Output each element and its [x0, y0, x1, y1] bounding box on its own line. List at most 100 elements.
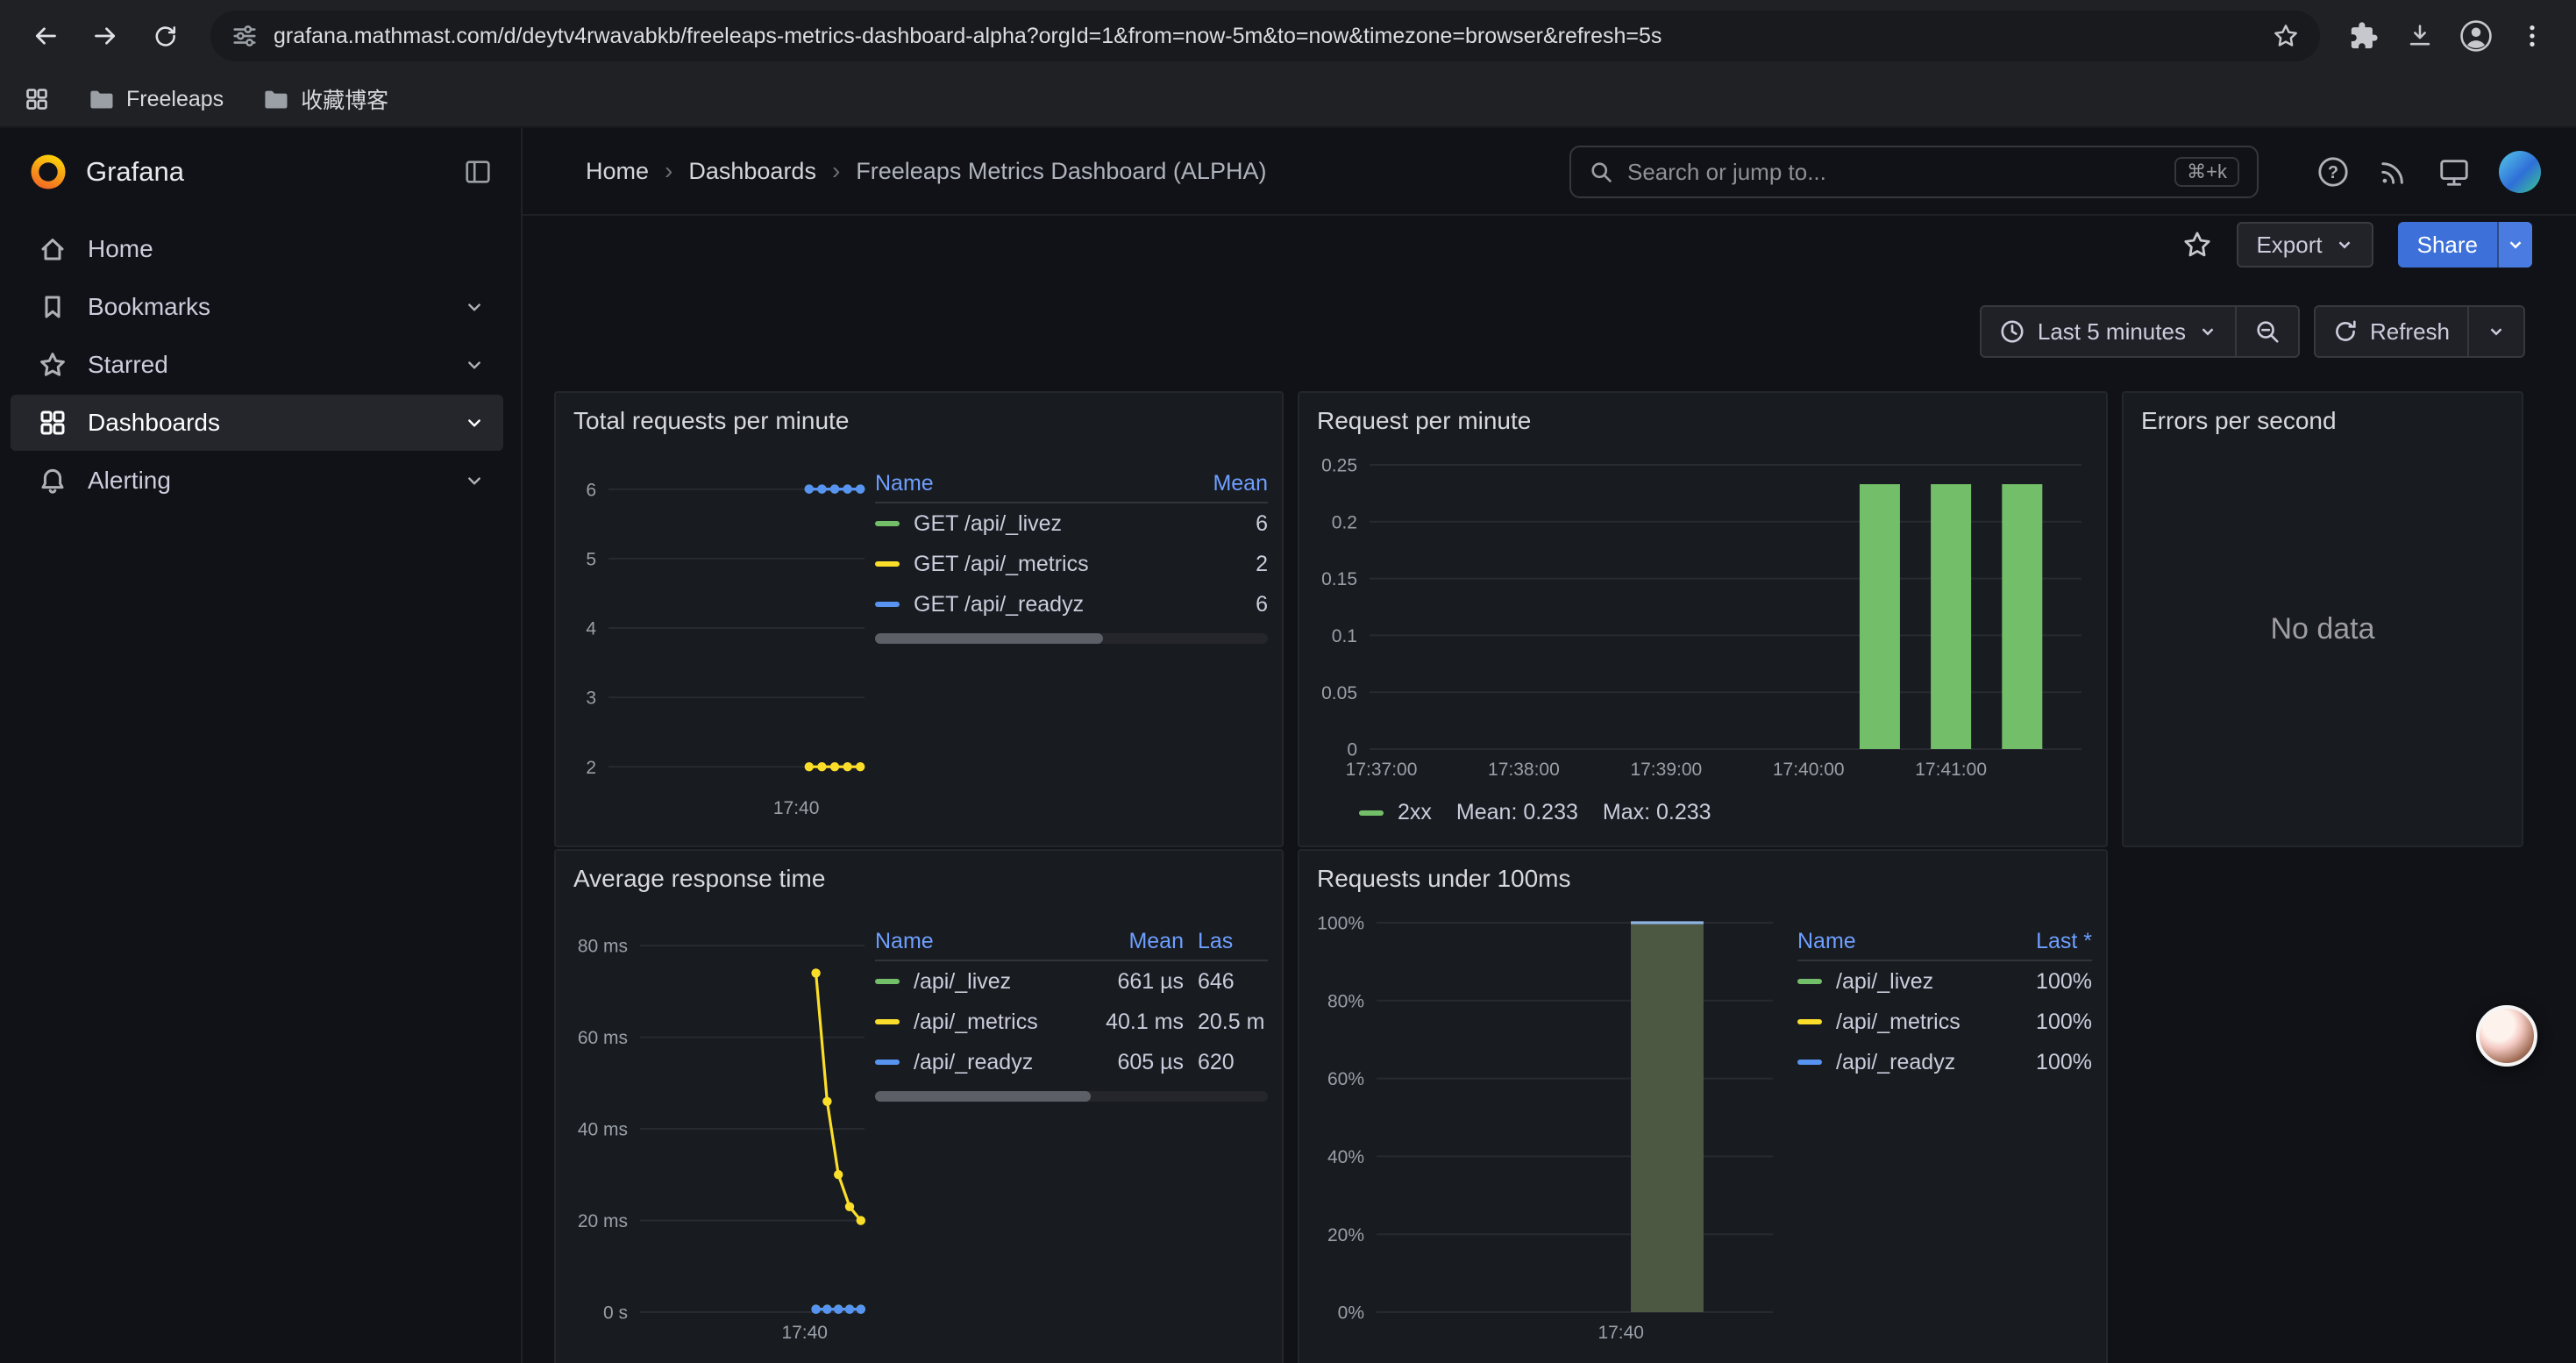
svg-text:17:40:00: 17:40:00 — [1773, 760, 1845, 780]
series-value: 6 — [1180, 592, 1268, 617]
refresh-button[interactable]: Refresh — [2316, 307, 2467, 356]
svg-text:20 ms: 20 ms — [578, 1211, 628, 1231]
sidebar-item-bookmarks[interactable]: Bookmarks — [11, 279, 503, 335]
time-range-picker[interactable]: Last 5 minutes — [1982, 307, 2235, 356]
kebab-menu-icon — [2519, 23, 2545, 49]
forward-button[interactable] — [77, 8, 133, 64]
legend-series-2xx[interactable]: 2xx — [1359, 800, 1432, 825]
chevron-down-icon — [463, 411, 486, 434]
extensions-button[interactable] — [2338, 10, 2390, 62]
apps-grid-icon[interactable] — [25, 87, 49, 111]
bookmark-folder-freeleaps[interactable]: Freeleaps — [88, 86, 224, 112]
url-bar[interactable]: grafana.mathmast.com/d/deytv4rwavabkb/fr… — [210, 11, 2320, 61]
sidebar: Grafana HomeBookmarksStarredDashboardsAl… — [0, 128, 523, 1363]
breadcrumb-dashboards[interactable]: Dashboards — [688, 158, 816, 185]
legend-row: /api/_metrics100% — [1797, 1002, 2092, 1042]
clock-icon — [1999, 318, 2025, 345]
legend-scrollbar-thumb[interactable] — [875, 633, 1103, 644]
help-icon[interactable]: ? — [2316, 155, 2350, 189]
sidebar-item-alerting[interactable]: Alerting — [11, 453, 503, 509]
breadcrumb-separator: › — [665, 157, 672, 185]
panel-title[interactable]: Request per minute — [1299, 398, 2106, 444]
series-name[interactable]: /api/_livez — [914, 969, 1011, 995]
svg-text:0.2: 0.2 — [1332, 512, 1357, 532]
svg-text:?: ? — [2328, 163, 2338, 182]
series-name[interactable]: GET /api/_livez — [914, 511, 1062, 537]
downloads-button[interactable] — [2394, 10, 2446, 62]
series-name[interactable]: /api/_livez — [1836, 969, 1933, 995]
main-area: Home › Dashboards › Freeleaps Metrics Da… — [523, 128, 2576, 1363]
panel-title[interactable]: Requests under 100ms — [1299, 856, 2106, 902]
sidebar-item-dashboards[interactable]: Dashboards — [11, 395, 503, 451]
legend-scrollbar-thumb[interactable] — [875, 1091, 1091, 1102]
legend-column-header[interactable]: Last * — [2001, 929, 2092, 954]
apps-icon — [39, 409, 67, 437]
sidebar-item-starred[interactable]: Starred — [11, 337, 503, 393]
legend-column-header[interactable]: Name — [875, 929, 1085, 954]
series-color-marker — [1797, 979, 1822, 984]
legend-header-row: NameMeanLas — [875, 923, 1268, 961]
legend-scrollbar[interactable] — [875, 1091, 1268, 1102]
series-name[interactable]: GET /api/_metrics — [914, 552, 1089, 577]
breadcrumb-home[interactable]: Home — [586, 158, 649, 185]
user-avatar[interactable] — [2499, 151, 2541, 193]
search-input[interactable] — [1627, 159, 2160, 186]
timeseries-chart: 80 ms60 ms40 ms20 ms0 s17:40 — [570, 909, 875, 1347]
arrow-right-icon — [89, 20, 121, 52]
panel-title[interactable]: Total requests per minute — [556, 398, 1282, 444]
share-button[interactable]: Share — [2398, 222, 2532, 268]
browser-toolbar: grafana.mathmast.com/d/deytv4rwavabkb/fr… — [0, 0, 2576, 72]
svg-text:80%: 80% — [1327, 991, 1364, 1011]
sidebar-item-home[interactable]: Home — [11, 221, 503, 277]
series-color-marker — [875, 979, 900, 984]
url-text[interactable]: grafana.mathmast.com/d/deytv4rwavabkb/fr… — [274, 24, 2257, 49]
export-label: Export — [2256, 232, 2322, 259]
refresh-interval-caret[interactable] — [2467, 307, 2523, 356]
collapse-sidebar-icon[interactable] — [463, 157, 493, 187]
series-value: 646 — [1184, 969, 1268, 995]
legend-column-header[interactable]: Mean — [1180, 471, 1268, 496]
series-name[interactable]: /api/_metrics — [1836, 1010, 1960, 1035]
bookmark-star-icon[interactable] — [2273, 23, 2299, 49]
series-name[interactable]: /api/_metrics — [914, 1010, 1038, 1035]
svg-text:0.1: 0.1 — [1332, 626, 1357, 646]
reload-button[interactable] — [137, 8, 193, 64]
panel-title[interactable]: Average response time — [556, 856, 1282, 902]
grafana-logo[interactable] — [28, 152, 68, 192]
share-label[interactable]: Share — [2398, 222, 2497, 268]
header-icons: ? — [2316, 128, 2541, 216]
svg-text:0.25: 0.25 — [1321, 456, 1357, 476]
favorite-star-icon[interactable] — [2182, 230, 2212, 260]
search-bar[interactable]: ⌘+k — [1569, 146, 2259, 198]
export-button[interactable]: Export — [2237, 222, 2373, 268]
floating-assistant-avatar[interactable] — [2476, 1005, 2537, 1067]
legend-row: /api/_readyz100% — [1797, 1042, 2092, 1082]
bookmark-label: Freeleaps — [126, 87, 224, 112]
series-name[interactable]: /api/_readyz — [914, 1050, 1033, 1075]
series-name[interactable]: GET /api/_readyz — [914, 592, 1084, 617]
legend-table: NameMean GET /api/_livez 6 GET /api/_metric… — [875, 465, 1268, 831]
back-button[interactable] — [18, 8, 74, 64]
panel-requests-under-100ms: Requests under 100ms 100%80%60%40%20%0%1… — [1298, 849, 2108, 1363]
legend-column-header[interactable]: Mean — [1085, 929, 1184, 954]
news-icon[interactable] — [2378, 156, 2409, 188]
legend-column-header[interactable]: Name — [875, 471, 1180, 496]
bookmark-folder-blogs[interactable]: 收藏博客 — [262, 83, 388, 115]
sidebar-item-label: Dashboards — [88, 409, 220, 437]
share-menu-caret[interactable] — [2497, 222, 2532, 268]
browser-menu-button[interactable] — [2506, 10, 2558, 62]
svg-text:100%: 100% — [1317, 914, 1364, 934]
zoom-out-button[interactable] — [2235, 307, 2298, 356]
site-settings-icon[interactable] — [231, 23, 258, 49]
profile-button[interactable] — [2450, 10, 2502, 62]
sidebar-item-label: Bookmarks — [88, 293, 210, 321]
legend-column-header[interactable]: Las — [1184, 929, 1268, 954]
panel-title[interactable]: Errors per second — [2124, 398, 2522, 444]
series-name[interactable]: /api/_readyz — [1836, 1050, 1955, 1075]
display-icon[interactable] — [2437, 155, 2471, 189]
legend-scrollbar[interactable] — [875, 633, 1268, 644]
legend-table: NameLast */api/_livez100%/api/_metrics10… — [1797, 923, 2092, 1359]
legend-column-header[interactable]: Name — [1797, 929, 2001, 954]
time-range-label: Last 5 minutes — [2038, 318, 2186, 346]
dashboard-actions: Export Share — [523, 216, 2576, 274]
